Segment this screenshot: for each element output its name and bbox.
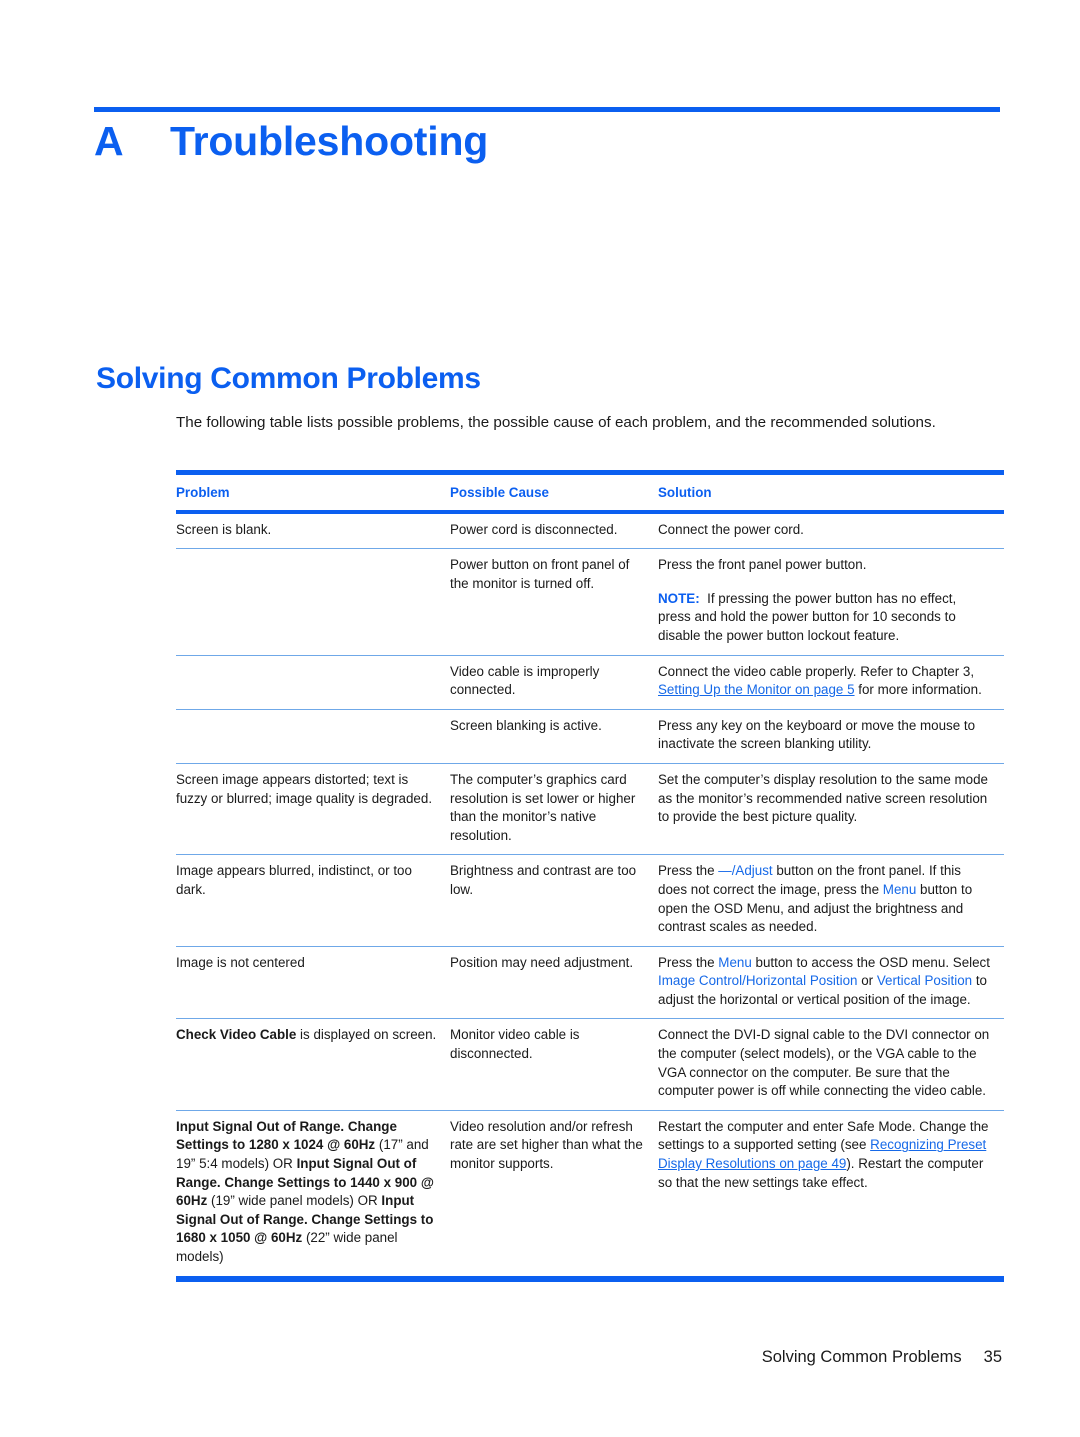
table-row: Power button on front panel of the monit…	[176, 549, 1004, 656]
cell-solution: Connect the power cord.	[658, 521, 804, 537]
cell-problem	[176, 709, 450, 763]
intro-paragraph: The following table lists possible probl…	[176, 414, 936, 431]
problem-message-bold-1: Input Signal Out of Range. Change Settin…	[176, 1118, 397, 1153]
cell-problem: Image is not centered	[176, 954, 305, 970]
cell-cause: Power button on front panel of the monit…	[450, 557, 630, 591]
table-row: Screen is blank. Power cord is disconnec…	[176, 512, 1004, 549]
table-row: Image appears blurred, indistinct, or to…	[176, 855, 1004, 947]
note-block: NOTE: If pressing the power button has n…	[658, 590, 992, 646]
solution-text-2: button to access the OSD menu. Select	[751, 954, 990, 970]
troubleshooting-table: Problem Possible Cause Solution Screen i…	[176, 470, 1004, 1282]
document-page: A Troubleshooting Solving Common Problems…	[0, 0, 1080, 1437]
solution-line: Press the front panel power button.	[658, 557, 867, 573]
ui-term-image-control-horizontal-position: Image Control/Horizontal Position	[658, 973, 858, 989]
cell-solution: Set the computer’s display resolution to…	[658, 771, 988, 825]
cell-problem	[176, 655, 450, 709]
cell-cause: Video cable is improperly connected.	[450, 663, 600, 698]
chapter-title: A Troubleshooting	[94, 118, 488, 165]
cell-solution: Connect the DVI-D signal cable to the DV…	[658, 1027, 990, 1099]
page-footer: Solving Common Problems 35	[0, 1348, 1080, 1367]
solution-text-3: or	[857, 973, 877, 989]
section-heading: Solving Common Problems	[96, 362, 481, 395]
cell-problem: Input Signal Out of Range. Change Settin…	[176, 1110, 450, 1278]
cell-solution: Restart the computer and enter Safe Mode…	[658, 1110, 1004, 1278]
cell-solution: Press the —/Adjust button on the front p…	[658, 855, 1004, 946]
cell-problem: Screen is blank.	[176, 521, 272, 537]
problem-message-bold: Check Video Cable	[176, 1027, 297, 1043]
cell-problem	[176, 549, 450, 655]
cell-cause: Video resolution and/or refresh rate are…	[450, 1118, 643, 1172]
cross-reference-link[interactable]: Setting Up the Monitor on page 5	[658, 682, 855, 697]
ui-term-menu-button: Menu	[718, 954, 752, 970]
note-label: NOTE:	[658, 590, 700, 606]
table-row: Image is not centered Position may need …	[176, 946, 1004, 1019]
cell-cause: Power cord is disconnected.	[450, 521, 618, 537]
column-header-problem: Problem	[176, 485, 230, 500]
cell-solution: Press the Menu button to access the OSD …	[658, 946, 1004, 1019]
ui-term-adjust-button: —/Adjust	[718, 863, 773, 879]
chapter-letter: A	[94, 118, 124, 164]
cell-problem: Image appears blurred, indistinct, or to…	[176, 863, 412, 897]
cell-cause: Position may need adjustment.	[450, 954, 634, 970]
cell-cause: Screen blanking is active.	[450, 717, 602, 733]
problem-message-rest: is displayed on screen.	[296, 1027, 437, 1043]
solution-text-post: for more information.	[854, 682, 982, 698]
column-header-solution: Solution	[658, 485, 712, 500]
cell-cause: The computer’s graphics card resolution …	[450, 771, 636, 843]
cell-problem: Check Video Cable is displayed on screen…	[176, 1019, 450, 1110]
cell-solution: Press the front panel power button. NOTE…	[658, 549, 1004, 655]
chapter-title-text: Troubleshooting	[170, 118, 489, 164]
troubleshooting-table-wrapper: Problem Possible Cause Solution Screen i…	[176, 470, 1004, 1282]
cell-cause: Brightness and contrast are too low.	[450, 863, 637, 897]
cell-cause: Monitor video cable is disconnected.	[450, 1027, 580, 1062]
table-row: Video cable is improperly connected. Con…	[176, 655, 1004, 710]
chapter-top-rule	[94, 107, 1000, 112]
table-row: Screen blanking is active. Press any key…	[176, 709, 1004, 764]
footer-page-number: 35	[983, 1348, 1002, 1366]
table-row: Screen image appears distorted; text is …	[176, 763, 1004, 855]
note-text: If pressing the power button has no effe…	[658, 590, 957, 643]
ui-term-vertical-position: Vertical Position	[876, 973, 973, 989]
cell-solution: Connect the video cable properly. Refer …	[658, 655, 1004, 709]
solution-text-1: Press the	[658, 863, 719, 879]
ui-term-menu-button: Menu	[882, 881, 917, 897]
solution-text-1: Press the	[658, 954, 719, 970]
column-header-cause: Possible Cause	[450, 485, 549, 500]
cell-solution: Press any key on the keyboard or move th…	[658, 717, 976, 752]
cell-problem: Screen image appears distorted; text is …	[176, 771, 433, 806]
solution-text-pre: Connect the video cable properly. Refer …	[658, 663, 975, 679]
table-header-row: Problem Possible Cause Solution	[176, 472, 1004, 512]
footer-section-label: Solving Common Problems	[761, 1348, 962, 1366]
table-row: Check Video Cable is displayed on screen…	[176, 1019, 1004, 1111]
table-row: Input Signal Out of Range. Change Settin…	[176, 1110, 1004, 1279]
problem-message-rest-2: (19” wide panel models) OR	[207, 1193, 382, 1209]
